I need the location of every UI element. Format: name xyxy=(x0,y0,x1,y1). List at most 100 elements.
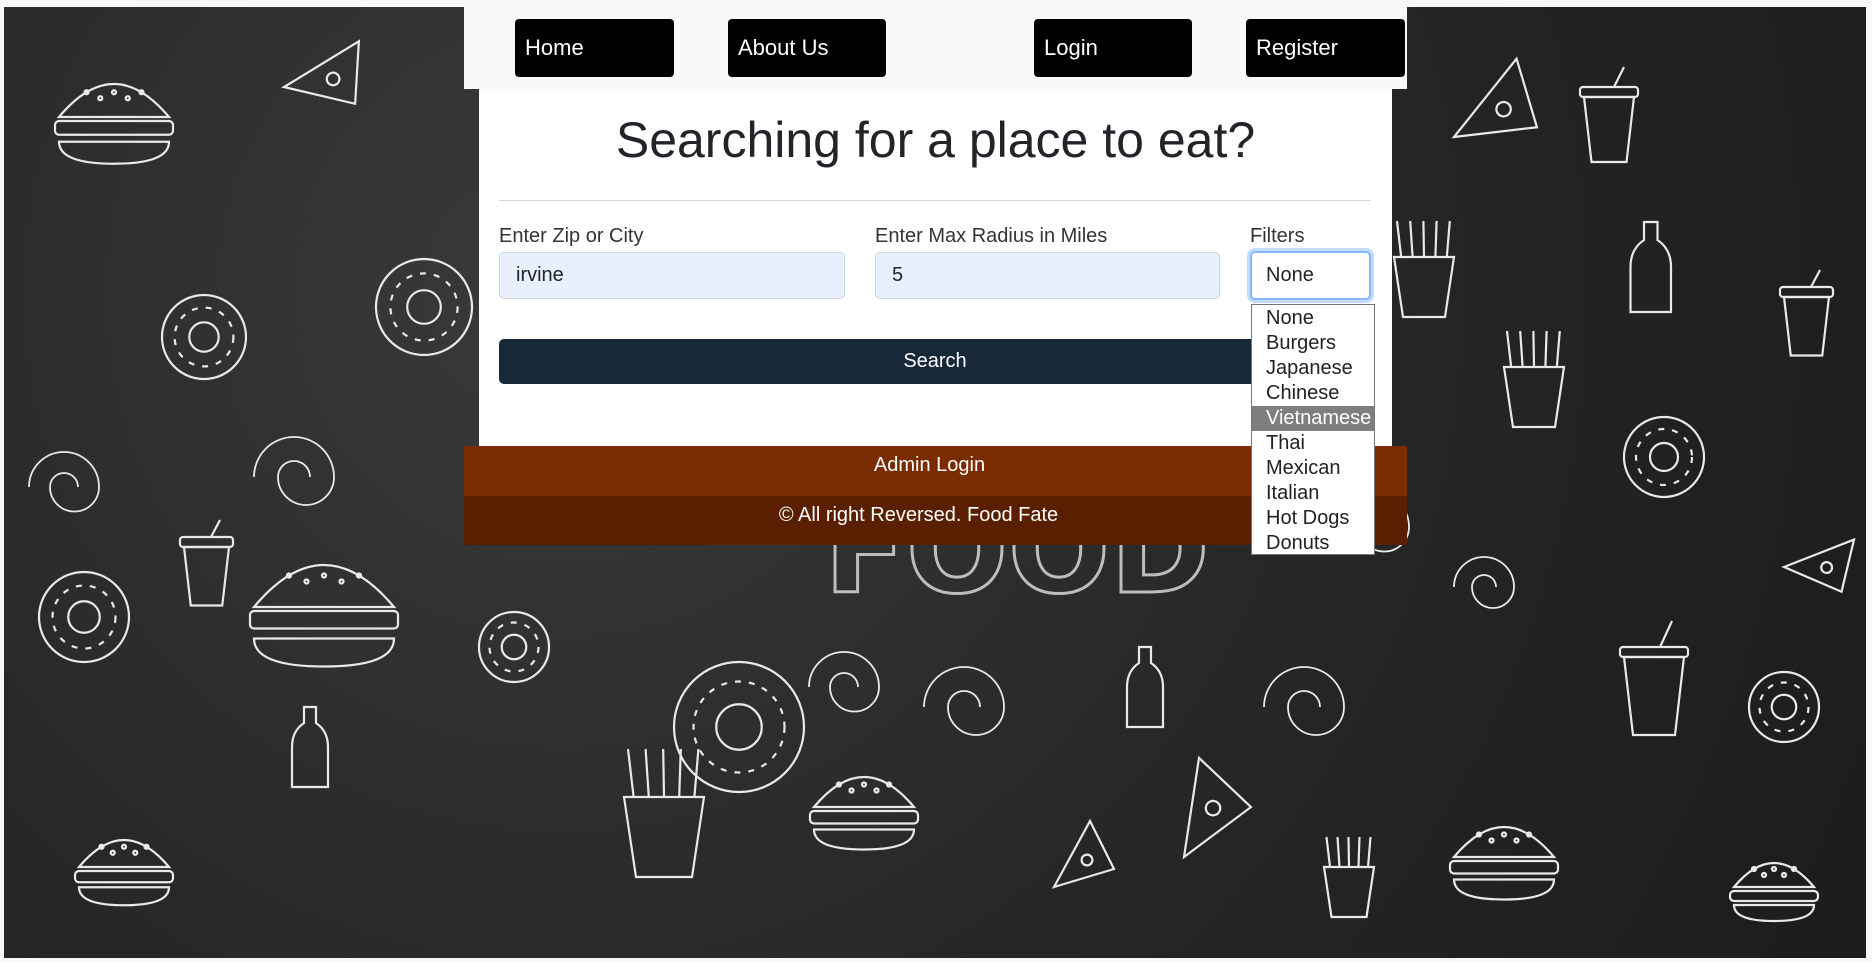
donut-icon xyxy=(488,621,540,673)
bottle-icon xyxy=(290,705,330,789)
donut-icon xyxy=(1758,681,1810,733)
page: FOOD Home About Us Login Register Search… xyxy=(0,0,1872,962)
pizza-slice-icon xyxy=(1182,755,1253,860)
drink-cup-icon xyxy=(1659,620,1673,648)
swirl-doodle xyxy=(808,651,880,713)
burger-icon xyxy=(873,787,880,794)
pizza-slice-icon xyxy=(1820,561,1834,575)
filters-label: Filters xyxy=(1250,225,1305,247)
fries-icon xyxy=(1395,220,1403,258)
admin-login-link[interactable]: Admin Login xyxy=(874,454,985,476)
pizza-slice-icon xyxy=(1451,56,1539,139)
pizza-slice-icon xyxy=(1495,100,1512,118)
burger-icon xyxy=(248,609,400,630)
swirl-doodle xyxy=(253,436,335,506)
drink-cup-icon xyxy=(210,519,221,538)
swirl-doodle xyxy=(1453,556,1515,609)
nav-about-us-button[interactable]: About Us xyxy=(728,19,886,77)
fries-icon xyxy=(1325,836,1332,868)
location-label: Enter Zip or City xyxy=(499,225,644,247)
filter-option[interactable]: Mexican xyxy=(1252,456,1374,481)
fries-icon xyxy=(693,748,700,798)
filter-option[interactable]: Japanese xyxy=(1252,356,1374,381)
copyright-text: © All right Reversed. Food Fate xyxy=(778,504,1059,526)
burger-icon xyxy=(1488,837,1495,844)
burger-icon xyxy=(252,637,396,668)
burger-icon xyxy=(56,83,172,119)
nav-register-button[interactable]: Register xyxy=(1246,19,1405,77)
location-input[interactable]: irvine xyxy=(499,252,845,299)
fries-icon xyxy=(1555,330,1561,368)
fries-icon xyxy=(1322,865,1376,919)
fries-icon xyxy=(622,795,706,879)
filters-select[interactable]: None xyxy=(1250,251,1371,300)
fries-icon xyxy=(1434,220,1438,258)
fries-icon xyxy=(626,748,635,798)
burger-icon xyxy=(812,828,916,851)
fries-icon xyxy=(1357,836,1361,868)
filter-option[interactable]: Italian xyxy=(1252,481,1374,506)
pizza-slice-icon xyxy=(281,39,361,106)
burger-icon xyxy=(120,843,128,850)
donut-icon xyxy=(692,680,786,774)
filters-dropdown-list: None Burgers Japanese Chinese Vietnamese… xyxy=(1251,304,1375,555)
nav-home-button[interactable]: Home xyxy=(515,19,674,77)
burger-icon xyxy=(1500,831,1508,838)
burger-icon xyxy=(1452,878,1556,901)
filter-option[interactable]: Hot Dogs xyxy=(1252,506,1374,531)
search-button[interactable]: Search xyxy=(499,339,1371,384)
burger-icon xyxy=(73,869,175,884)
navbar: Home About Us Login Register xyxy=(464,7,1407,89)
filter-option[interactable]: None xyxy=(1252,306,1374,331)
radius-input[interactable]: 5 xyxy=(875,252,1220,299)
drink-cup-icon xyxy=(1578,85,1640,99)
fries-icon xyxy=(1347,836,1351,868)
pizza-slice-icon xyxy=(1080,853,1094,867)
nav-login-button[interactable]: Login xyxy=(1034,19,1192,77)
donut-icon xyxy=(1770,693,1798,721)
burger-icon xyxy=(1780,871,1788,879)
burger-icon xyxy=(1513,837,1520,844)
fries-icon xyxy=(1422,220,1426,258)
filter-option[interactable]: Thai xyxy=(1252,431,1374,456)
fries-icon xyxy=(1392,255,1456,319)
donut-icon xyxy=(51,584,117,650)
burger-icon xyxy=(57,140,171,165)
fries-icon xyxy=(1409,220,1414,258)
filter-option[interactable]: Vietnamese xyxy=(1252,406,1374,431)
fries-icon xyxy=(1505,330,1513,368)
burger-icon xyxy=(1760,871,1768,879)
burger-icon xyxy=(1732,903,1816,923)
burger-icon xyxy=(1728,889,1820,903)
pizza-slice-icon xyxy=(1204,799,1222,817)
burger-icon xyxy=(251,563,397,609)
donut-icon xyxy=(188,321,220,353)
page-title: Searching for a place to eat? xyxy=(615,112,1256,168)
fries-icon xyxy=(1544,330,1548,368)
pizza-slice-icon xyxy=(1781,537,1856,594)
bottle-icon xyxy=(1629,220,1673,314)
drink-cup-icon xyxy=(1618,645,1690,659)
donut-icon xyxy=(1634,427,1694,487)
filter-option[interactable]: Chinese xyxy=(1252,381,1374,406)
fries-icon xyxy=(1366,836,1372,868)
drink-cup-icon xyxy=(1778,285,1835,299)
fries-icon xyxy=(1519,330,1524,368)
donut-icon xyxy=(500,633,528,661)
burger-icon xyxy=(303,578,310,585)
fries-icon xyxy=(1445,220,1451,258)
burger-icon xyxy=(109,849,116,856)
fries-icon xyxy=(1532,330,1536,368)
pizza-slice-icon xyxy=(1051,818,1116,889)
drink-cup-icon xyxy=(1782,295,1831,357)
filter-option[interactable]: Burgers xyxy=(1252,331,1374,356)
burger-icon xyxy=(97,95,104,102)
drink-cup-icon xyxy=(1810,269,1821,288)
fries-icon xyxy=(662,748,666,798)
burger-icon xyxy=(808,809,920,825)
drink-cup-icon xyxy=(182,545,231,607)
filter-option[interactable]: Donuts xyxy=(1252,531,1374,556)
swirl-doodle xyxy=(28,451,100,513)
burger-icon xyxy=(848,787,855,794)
drink-cup-icon xyxy=(178,535,235,549)
